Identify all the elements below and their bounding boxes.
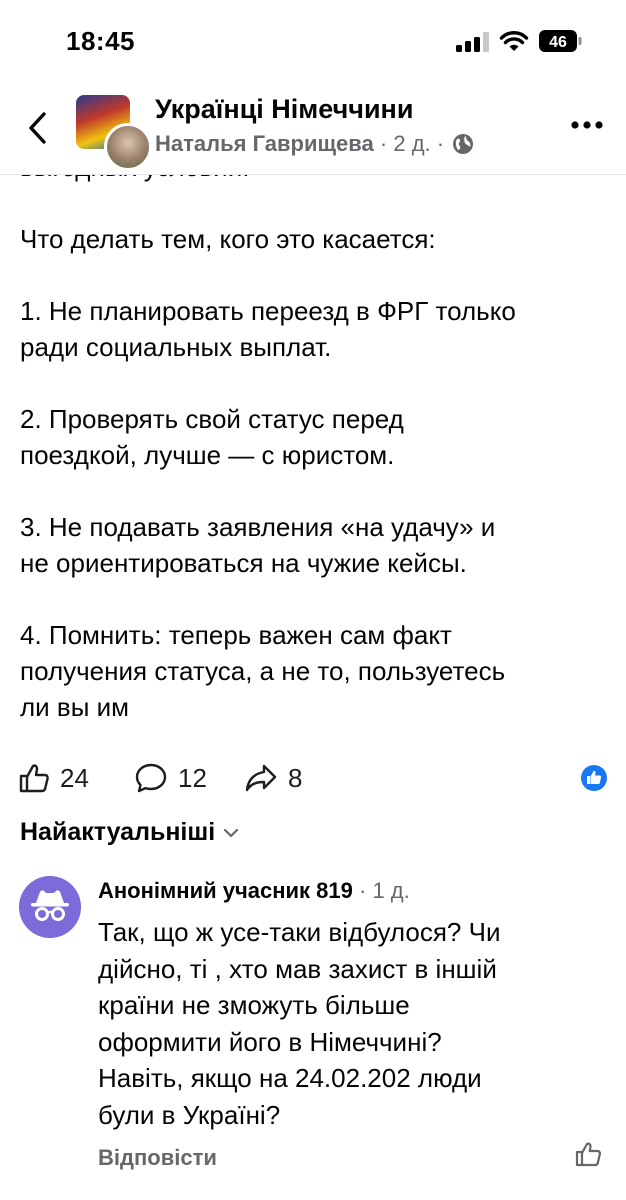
- globe-icon: [453, 134, 474, 154]
- signal-icon: [456, 32, 489, 52]
- share-button[interactable]: 8: [244, 758, 302, 798]
- comment-text: Так, що ж усе-таки відбулося? Чи дійсно, …: [98, 914, 598, 1133]
- battery-level: 46: [549, 34, 567, 51]
- text-line: 2. Проверять свой статус перед: [20, 404, 404, 434]
- comment-time[interactable]: 1 д.: [372, 878, 409, 903]
- text-line: країни не зможуть більше: [98, 990, 410, 1020]
- post-actions: 24 12 8: [0, 758, 626, 798]
- text-line: не ориентироваться на чужие кейсы.: [20, 548, 467, 578]
- text-line: 1. Не планировать переезд в ФРГ только: [20, 296, 516, 326]
- comment-separator: ·: [358, 878, 367, 903]
- text-line: поездкой, лучше — с юристом.: [20, 440, 395, 470]
- post-age[interactable]: 2 д.: [393, 131, 430, 156]
- author-avatar[interactable]: [104, 123, 152, 171]
- comment-icon: [135, 763, 167, 793]
- chevron-down-icon: [224, 828, 239, 837]
- comment-like-icon[interactable]: [574, 1140, 602, 1168]
- back-icon[interactable]: [22, 108, 54, 148]
- text-line: Что делать тем, кого это касается:: [20, 224, 436, 254]
- share-count: 8: [288, 762, 303, 793]
- text-line: були в Україні?: [98, 1099, 281, 1130]
- text-line: Так, що ж усе-таки відбулося? Чи: [98, 917, 501, 947]
- like-reaction-icon[interactable]: [580, 764, 608, 792]
- comment-header: Анонімний учасник 819 · 1 д.: [98, 878, 410, 904]
- text-line: Навіть, якщо на 24.02.202 люди: [98, 1063, 482, 1093]
- post-header: Українці Німеччини Наталья Гаврищева · 2…: [0, 80, 626, 175]
- post-meta: Наталья Гаврищева · 2 д. ·: [155, 131, 474, 157]
- post-text: выгодных условий. Что делать тем, кого эт…: [20, 174, 620, 725]
- text-line: получения статуса, а не то, пользуетесь: [20, 656, 506, 686]
- reply-button[interactable]: Відповісти: [98, 1145, 217, 1171]
- text-line: дійсно, ті , хто мав захист в іншій: [98, 953, 497, 984]
- share-icon: [245, 764, 277, 792]
- text-line: ли вы им: [20, 692, 130, 722]
- text-line: ради социальных выплат.: [20, 332, 332, 362]
- author-name[interactable]: Наталья Гаврищева: [155, 131, 374, 156]
- comment-author-name[interactable]: Анонімний учасник 819: [98, 878, 353, 903]
- group-name[interactable]: Українці Німеччини: [155, 94, 413, 125]
- anonymous-avatar-icon[interactable]: [19, 876, 81, 938]
- more-options-icon[interactable]: [570, 120, 604, 130]
- comment-sort-dropdown[interactable]: Найактуальніші: [20, 818, 239, 847]
- meta-separator: ·: [436, 131, 445, 156]
- text-line: 3. Не подавать заявления «на удачу» и: [20, 512, 496, 542]
- sort-label: Найактуальніші: [20, 818, 216, 846]
- comment-count: 12: [178, 762, 207, 793]
- post-body: выгодных условий. Что делать тем, кого эт…: [0, 174, 626, 754]
- comment-button[interactable]: 12: [134, 758, 207, 798]
- status-bar: 18:45 46: [0, 0, 626, 80]
- thumbs-up-icon: [19, 764, 49, 793]
- battery-icon: 46: [539, 30, 582, 52]
- status-time: 18:45: [66, 26, 135, 56]
- like-button[interactable]: 24: [18, 758, 89, 798]
- text-line: выгодных условий.: [20, 174, 620, 185]
- text-line: 4. Помнить: теперь важен сам факт: [20, 620, 452, 650]
- meta-separator: ·: [379, 131, 388, 156]
- text-line: оформити його в Німеччині?: [98, 1026, 442, 1057]
- wifi-icon: [499, 31, 529, 51]
- like-count: 24: [60, 762, 89, 793]
